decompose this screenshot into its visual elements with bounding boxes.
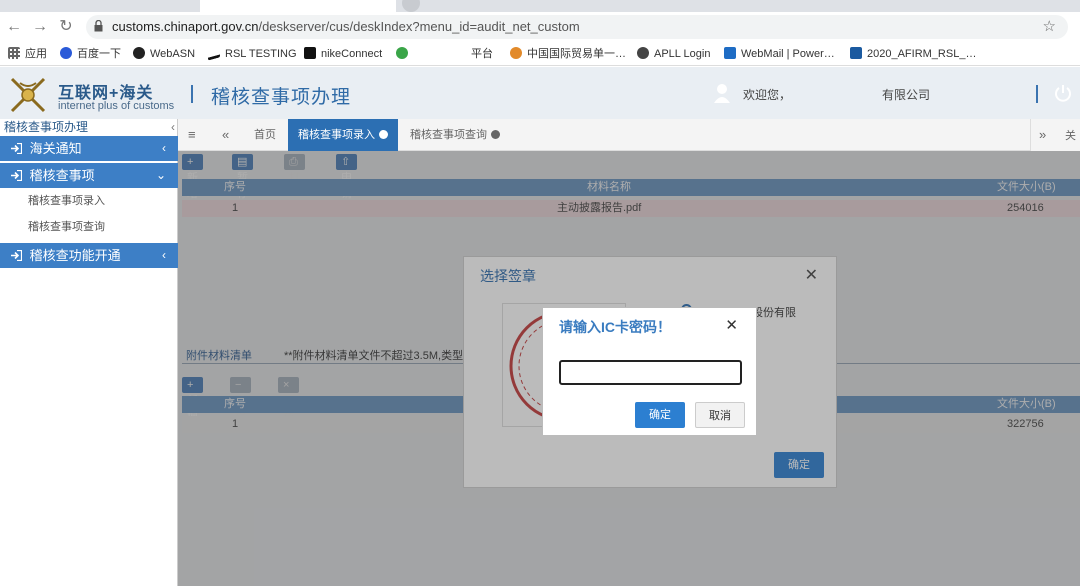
enter-icon xyxy=(11,170,22,181)
sidebar-item-audit-query[interactable]: 稽核查事项查询 xyxy=(0,215,178,240)
collapse-sidebar-icon[interactable]: ‹ xyxy=(171,119,175,136)
bookmark-webmail[interactable]: WebMail | Power… xyxy=(724,46,835,62)
new-tab-button[interactable] xyxy=(402,0,420,12)
scroll-right-icon[interactable]: » xyxy=(1039,127,1046,142)
dialog-title: 请输入IC卡密码！ xyxy=(559,319,671,335)
lock-icon xyxy=(94,20,103,32)
tab-audit-entry[interactable]: 稽核查事项录入 xyxy=(288,119,398,151)
sidebar-group-audit[interactable]: 稽核查事项 ⌄ xyxy=(0,163,178,188)
bookmark-rsl-testing[interactable]: RSL TESTING xyxy=(208,46,297,62)
close-tab-icon[interactable] xyxy=(491,130,500,139)
sidebar-item-audit-entry[interactable]: 稽核查事项录入 xyxy=(0,189,178,214)
bookmark-apll[interactable]: APLL Login xyxy=(637,46,710,62)
forward-icon[interactable]: → xyxy=(30,17,50,37)
browser-tab-active[interactable] xyxy=(200,0,396,12)
header-divider xyxy=(1036,85,1038,103)
page-tab-bar: ≡ « 首页 稽核查事项录入 稽核查事项查询 » 关 xyxy=(178,119,1080,151)
bookmark-single-window[interactable]: 中国国际贸易单一… xyxy=(510,46,626,62)
page-title: 稽核查事项办理 xyxy=(211,87,352,108)
url-text: customs.chinaport.gov.cn/deskserver/cus/… xyxy=(112,19,580,34)
tab-actions: » 关 xyxy=(1030,119,1080,151)
customs-emblem-icon xyxy=(10,77,46,113)
chevron-down-icon: ⌄ xyxy=(155,168,166,182)
sidebar-group-notice[interactable]: 海关通知 ‹ xyxy=(0,136,178,161)
nike-swoosh-icon xyxy=(208,49,220,61)
bookmark-webasn[interactable]: WebASN xyxy=(133,46,195,62)
cancel-button[interactable]: 取消 xyxy=(695,402,745,428)
app-header: 互联网+海关 internet plus of customs 稽核查事项办理 … xyxy=(0,67,1080,119)
browser-toolbar: ← → ↻ customs.chinaport.gov.cn/deskserve… xyxy=(0,12,1080,42)
bookmark-baidu[interactable]: 百度一下 xyxy=(60,46,121,62)
single-window-icon xyxy=(510,47,522,59)
bookmark-afirm[interactable]: 2020_AFIRM_RSL_… xyxy=(850,46,976,62)
reload-icon[interactable]: ↻ xyxy=(56,17,76,37)
afirm-icon xyxy=(850,47,862,59)
company-name: 有限公司 xyxy=(882,88,931,102)
tab-audit-query[interactable]: 稽核查事项查询 xyxy=(400,119,510,151)
enter-icon xyxy=(11,250,22,261)
browser-tab-strip xyxy=(0,0,1080,12)
back-icon[interactable]: ← xyxy=(4,17,24,37)
chevron-left-icon: ‹ xyxy=(162,248,166,262)
bookmark-star-icon[interactable]: ☆ xyxy=(1043,17,1056,35)
tab-home[interactable]: 首页 xyxy=(244,119,286,151)
tab-close-menu[interactable]: 关 xyxy=(1065,127,1076,143)
sidebar-title: 稽核查事项办理 ‹ xyxy=(4,119,175,136)
webasn-icon xyxy=(133,47,145,59)
header-divider xyxy=(191,85,193,103)
scroll-left-icon[interactable]: « xyxy=(222,127,229,142)
power-icon[interactable] xyxy=(1054,84,1072,102)
bookmarks-bar: 应用 百度一下 WebASN RSL TESTING nikeConnect 平… xyxy=(0,42,1080,66)
chevron-left-icon: ‹ xyxy=(162,141,166,155)
bookmark-nikeconnect[interactable]: nikeConnect xyxy=(304,46,382,62)
enter-icon xyxy=(11,143,22,154)
bookmark-platform[interactable]: 平台 xyxy=(396,46,493,62)
baidu-icon xyxy=(60,47,72,59)
nike-connect-icon xyxy=(304,47,316,59)
menu-icon[interactable]: ≡ xyxy=(188,127,196,142)
ic-pin-input[interactable] xyxy=(559,360,742,385)
gear-green-icon xyxy=(396,47,408,59)
address-bar[interactable]: customs.chinaport.gov.cn/deskserver/cus/… xyxy=(86,15,1068,39)
webmail-icon xyxy=(724,47,736,59)
close-icon[interactable]: ✕ xyxy=(725,316,738,334)
logo-subtitle: internet plus of customs xyxy=(58,100,175,112)
sidebar-group-function[interactable]: 稽核查功能开通 ‹ xyxy=(0,243,178,268)
sidebar: 稽核查事项办理 ‹ 海关通知 ‹ 稽核查事项 ⌄ 稽核查事项录入 稽核查事项查询… xyxy=(0,119,178,586)
close-tab-icon[interactable] xyxy=(379,130,388,139)
browser-tab[interactable] xyxy=(6,0,196,12)
apll-icon xyxy=(637,47,649,59)
confirm-button[interactable]: 确定 xyxy=(635,402,685,428)
ic-card-pin-dialog: 请输入IC卡密码！ ✕ 确定 取消 xyxy=(542,307,757,436)
apps-grid-icon xyxy=(8,47,20,59)
user-icon xyxy=(714,84,730,103)
bookmark-apps[interactable]: 应用 xyxy=(8,46,47,62)
welcome-text: 欢迎您， xyxy=(743,88,792,102)
